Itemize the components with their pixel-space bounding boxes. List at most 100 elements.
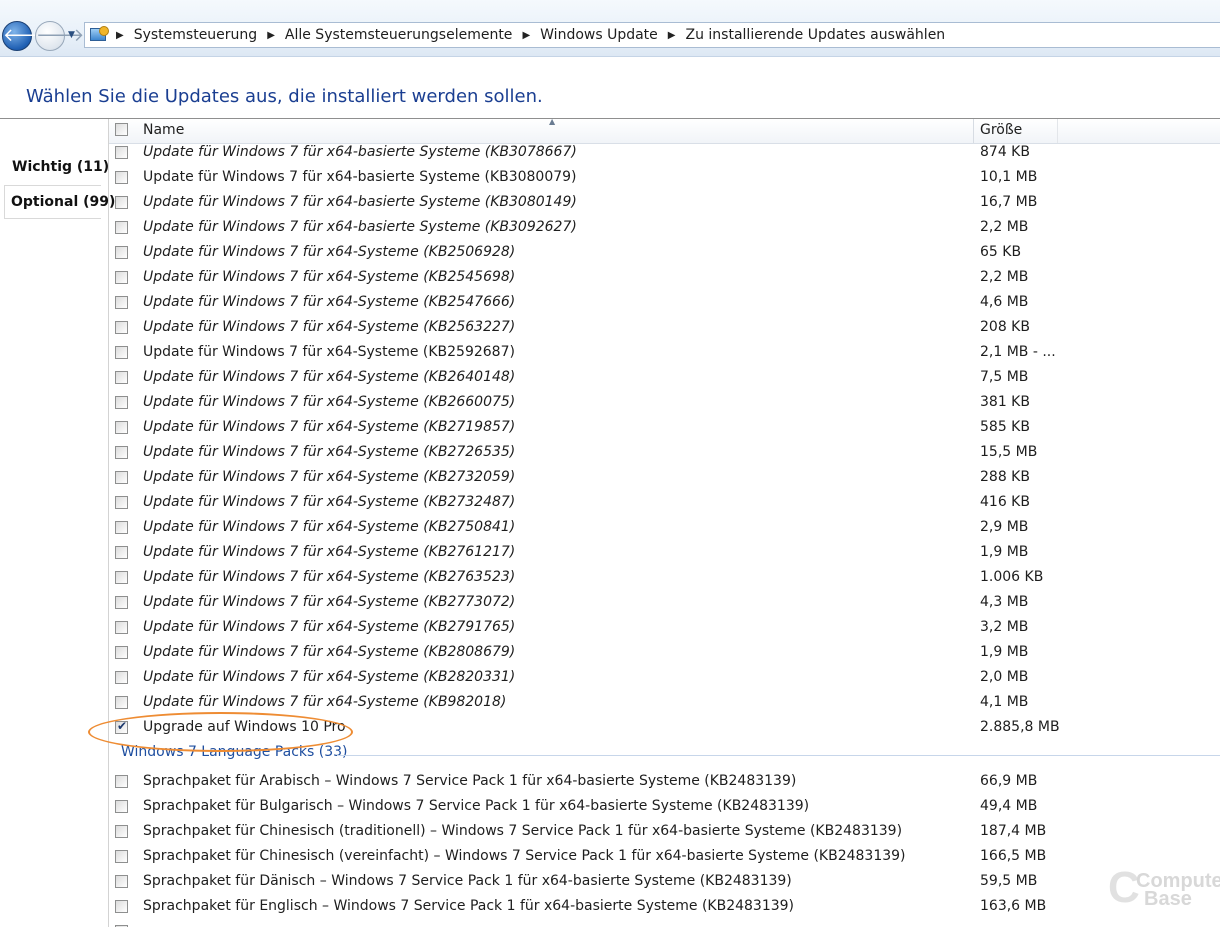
update-name[interactable]: Sprachpaket für Englisch – Windows 7 Ser… bbox=[143, 898, 794, 914]
update-row[interactable]: Update für Windows 7 für x64-basierte Sy… bbox=[109, 191, 1220, 216]
update-row[interactable]: Update für Windows 7 für x64-Systeme (KB… bbox=[109, 691, 1220, 716]
update-name[interactable]: Update für Windows 7 für x64-Systeme (KB… bbox=[143, 569, 515, 585]
update-checkbox[interactable] bbox=[115, 271, 128, 284]
update-checkbox[interactable] bbox=[115, 496, 128, 509]
update-name[interactable]: Update für Windows 7 für x64-Systeme (KB… bbox=[143, 494, 515, 510]
update-name[interactable]: Update für Windows 7 für x64-Systeme (KB… bbox=[143, 694, 506, 710]
update-row[interactable]: Sprachpaket für Englisch – Windows 7 Ser… bbox=[109, 895, 1220, 920]
update-checkbox[interactable] bbox=[115, 146, 128, 159]
update-name[interactable]: Update für Windows 7 für x64-basierte Sy… bbox=[143, 219, 577, 235]
chevron-right-icon[interactable]: ▶ bbox=[267, 30, 275, 41]
update-name[interactable]: Sprachpaket für Dänisch – Windows 7 Serv… bbox=[143, 873, 792, 889]
update-checkbox[interactable] bbox=[115, 321, 128, 334]
update-checkbox[interactable] bbox=[115, 471, 128, 484]
update-row[interactable]: Update für Windows 7 für x64-basierte Sy… bbox=[109, 216, 1220, 241]
recent-pages-dropdown[interactable]: ▼ bbox=[68, 30, 75, 40]
update-checkbox[interactable] bbox=[115, 421, 128, 434]
update-name[interactable]: Update für Windows 7 für x64-Systeme (KB… bbox=[143, 344, 515, 360]
update-checkbox[interactable] bbox=[115, 221, 128, 234]
update-row[interactable]: Update für Windows 7 für x64-basierte Sy… bbox=[109, 166, 1220, 191]
update-row[interactable]: Update für Windows 7 für x64-Systeme (KB… bbox=[109, 441, 1220, 466]
update-checkbox[interactable] bbox=[115, 196, 128, 209]
update-row[interactable]: Update für Windows 7 für x64-Systeme (KB… bbox=[109, 666, 1220, 691]
update-row[interactable]: Sprachpaket für Chinesisch (traditionell… bbox=[109, 820, 1220, 845]
update-row[interactable]: Update für Windows 7 für x64-Systeme (KB… bbox=[109, 466, 1220, 491]
forward-button[interactable]: 🡒 bbox=[35, 21, 84, 51]
update-checkbox[interactable] bbox=[115, 371, 128, 384]
update-checkbox[interactable] bbox=[115, 621, 128, 634]
update-row[interactable]: Update für Windows 7 für x64-Systeme (KB… bbox=[109, 341, 1220, 366]
tab-wichtig[interactable]: Wichtig (11) bbox=[6, 151, 115, 183]
update-name[interactable]: Update für Windows 7 für x64-basierte Sy… bbox=[143, 144, 577, 160]
update-name[interactable]: Update für Windows 7 für x64-Systeme (KB… bbox=[143, 294, 515, 310]
update-checkbox[interactable] bbox=[115, 800, 128, 813]
update-checkbox[interactable] bbox=[115, 521, 128, 534]
update-name[interactable]: Update für Windows 7 für x64-Systeme (KB… bbox=[143, 244, 515, 260]
update-row[interactable]: Update für Windows 7 für x64-Systeme (KB… bbox=[109, 291, 1220, 316]
update-checkbox[interactable] bbox=[115, 646, 128, 659]
update-name[interactable]: Update für Windows 7 für x64-Systeme (KB… bbox=[143, 444, 515, 460]
update-row[interactable]: Update für Windows 7 für x64-Systeme (KB… bbox=[109, 516, 1220, 541]
update-row[interactable]: Sprachpaket für Bulgarisch – Windows 7 S… bbox=[109, 795, 1220, 820]
update-row[interactable]: Update für Windows 7 für x64-Systeme (KB… bbox=[109, 616, 1220, 641]
address-bar[interactable]: ▶ Systemsteuerung ▶ Alle Systemsteuerungse… bbox=[84, 22, 1220, 48]
update-name[interactable]: Sprachpaket für Bulgarisch – Windows 7 S… bbox=[143, 798, 809, 814]
update-checkbox[interactable] bbox=[115, 875, 128, 888]
update-name[interactable]: Sprachpaket für Chinesisch (vereinfacht)… bbox=[143, 848, 906, 864]
update-name[interactable]: Update für Windows 7 für x64-basierte Sy… bbox=[143, 169, 577, 185]
update-row[interactable]: Update für Windows 7 für x64-Systeme (KB… bbox=[109, 416, 1220, 441]
update-name[interactable]: Update für Windows 7 für x64-Systeme (KB… bbox=[143, 619, 515, 635]
update-name[interactable]: Sprachpaket für Chinesisch (traditionell… bbox=[143, 823, 902, 839]
update-name[interactable]: Update für Windows 7 für x64-Systeme (KB… bbox=[143, 519, 515, 535]
update-name[interactable]: Update für Windows 7 für x64-Systeme (KB… bbox=[143, 394, 515, 410]
update-row[interactable]: Update für Windows 7 für x64-Systeme (KB… bbox=[109, 391, 1220, 416]
chevron-right-icon[interactable]: ▶ bbox=[116, 30, 124, 41]
update-checkbox[interactable] bbox=[115, 696, 128, 709]
update-row[interactable]: Sprachpaket für Arabisch – Windows 7 Ser… bbox=[109, 770, 1220, 795]
breadcrumb-windows-update[interactable]: ▶ Windows Update bbox=[522, 27, 667, 43]
update-name[interactable]: Update für Windows 7 für x64-Systeme (KB… bbox=[143, 319, 515, 335]
update-row[interactable]: Sprachpaket für Chinesisch (vereinfacht)… bbox=[109, 845, 1220, 870]
column-divider[interactable] bbox=[973, 119, 974, 143]
breadcrumb-alle-elemente[interactable]: ▶ Alle Systemsteuerungselemente bbox=[267, 27, 522, 43]
update-checkbox[interactable] bbox=[115, 346, 128, 359]
chevron-right-icon[interactable]: ▶ bbox=[522, 30, 530, 41]
update-row[interactable]: Update für Windows 7 für x64-Systeme (KB… bbox=[109, 266, 1220, 291]
update-checkbox[interactable] bbox=[115, 850, 128, 863]
update-name[interactable]: Update für Windows 7 für x64-Systeme (KB… bbox=[143, 669, 515, 685]
update-checkbox[interactable] bbox=[115, 900, 128, 913]
breadcrumb-systemsteuerung[interactable]: ▶ Systemsteuerung bbox=[116, 27, 267, 43]
breadcrumb-current-page[interactable]: ▶ Zu installierende Updates auswählen bbox=[668, 27, 955, 43]
update-row[interactable]: Update für Windows 7 für x64-basierte Sy… bbox=[109, 141, 1220, 166]
update-row[interactable]: Update für Windows 7 für x64-Systeme (KB… bbox=[109, 641, 1220, 666]
update-row[interactable]: Update für Windows 7 für x64-Systeme (KB… bbox=[109, 241, 1220, 266]
update-checkbox[interactable] bbox=[115, 171, 128, 184]
select-all-checkbox[interactable] bbox=[115, 123, 128, 136]
update-name[interactable]: Update für Windows 7 für x64-Systeme (KB… bbox=[143, 544, 515, 560]
update-checkbox[interactable] bbox=[115, 546, 128, 559]
update-checkbox[interactable] bbox=[115, 825, 128, 838]
update-name[interactable]: Update für Windows 7 für x64-Systeme (KB… bbox=[143, 594, 515, 610]
update-checkbox[interactable] bbox=[115, 296, 128, 309]
update-row[interactable]: Update für Windows 7 für x64-Systeme (KB… bbox=[109, 541, 1220, 566]
column-header-name[interactable]: Name bbox=[143, 122, 184, 138]
update-checkbox[interactable] bbox=[115, 396, 128, 409]
update-name[interactable]: Sprachpaket für Arabisch – Windows 7 Ser… bbox=[143, 773, 796, 789]
update-name[interactable]: Update für Windows 7 für x64-Systeme (KB… bbox=[143, 469, 515, 485]
column-divider[interactable] bbox=[1057, 119, 1058, 143]
update-name[interactable]: Update für Windows 7 für x64-Systeme (KB… bbox=[143, 269, 515, 285]
update-checkbox[interactable] bbox=[115, 671, 128, 684]
update-checkbox[interactable] bbox=[115, 596, 128, 609]
update-checkbox[interactable] bbox=[115, 571, 128, 584]
update-row[interactable]: Update für Windows 7 für x64-Systeme (KB… bbox=[109, 316, 1220, 341]
update-row[interactable]: Update für Windows 7 für x64-Systeme (KB… bbox=[109, 366, 1220, 391]
update-name[interactable]: Update für Windows 7 für x64-basierte Sy… bbox=[143, 194, 577, 210]
update-row[interactable]: Update für Windows 7 für x64-Systeme (KB… bbox=[109, 566, 1220, 591]
column-header-size[interactable]: Größe bbox=[980, 122, 1022, 138]
update-row[interactable]: Update für Windows 7 für x64-Systeme (KB… bbox=[109, 491, 1220, 516]
chevron-right-icon[interactable]: ▶ bbox=[668, 30, 676, 41]
update-name[interactable]: Update für Windows 7 für x64-Systeme (KB… bbox=[143, 644, 515, 660]
update-name[interactable]: Update für Windows 7 für x64-Systeme (KB… bbox=[143, 419, 515, 435]
back-button[interactable]: 🡐 bbox=[2, 21, 51, 51]
update-checkbox[interactable] bbox=[115, 246, 128, 259]
